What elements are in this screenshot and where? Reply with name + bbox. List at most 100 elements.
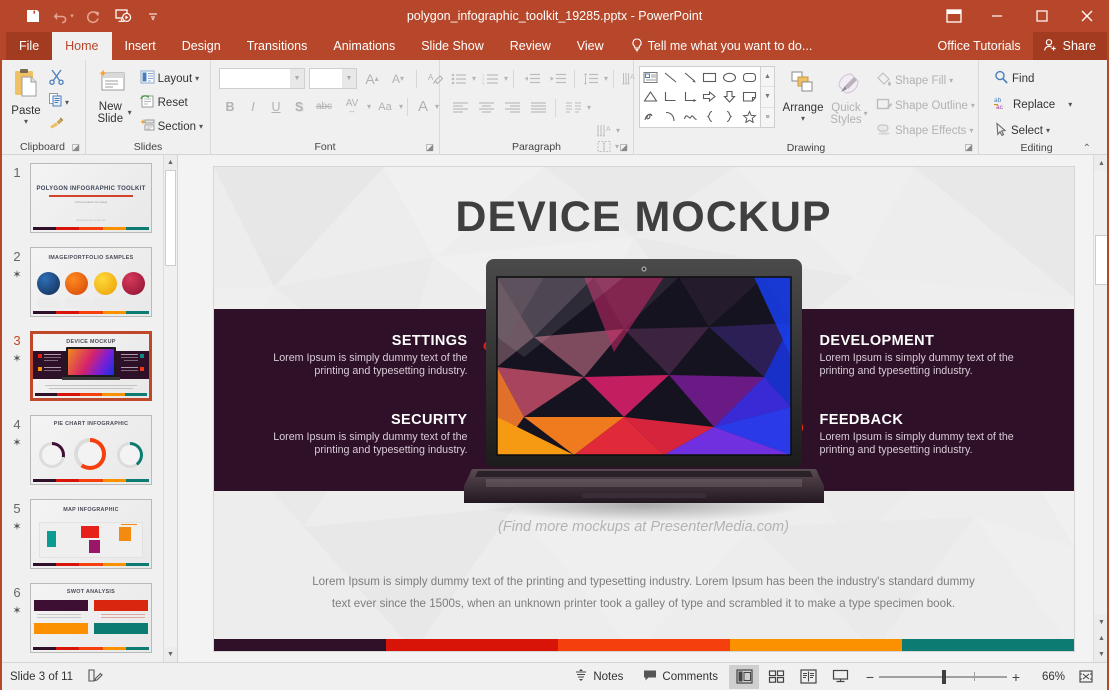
quick-styles-dropdown-caret[interactable]: ▾ (864, 108, 868, 120)
right-arrow-shape[interactable] (700, 87, 720, 106)
shapes-gallery[interactable] (639, 66, 761, 128)
numbering-dropdown-caret[interactable]: ▾ (504, 74, 508, 83)
align-text-icon[interactable]: A ▾ (596, 124, 620, 137)
paste-button[interactable]: Paste ▾ (4, 65, 48, 126)
zoom-handle[interactable] (942, 670, 946, 684)
close-button[interactable] (1064, 0, 1109, 32)
change-case-icon[interactable]: Aa (372, 96, 398, 117)
paste-dropdown-caret[interactable]: ▾ (24, 117, 28, 126)
shapes-gallery-scrollbar[interactable]: ▲ ▼ ≡ (761, 66, 775, 128)
tab-design[interactable]: Design (169, 32, 234, 60)
arrange-dropdown-caret[interactable]: ▾ (801, 114, 805, 123)
decrease-indent-icon[interactable] (519, 68, 543, 89)
new-slide-dropdown-caret[interactable]: ▾ (128, 107, 132, 119)
decrease-font-size-icon[interactable]: A▾ (387, 68, 409, 89)
thumbnail-scroll-down-icon[interactable]: ▼ (164, 647, 177, 662)
thumbnail-slide-5[interactable]: 5 ✶ MAP INFOGRAPHIC (0, 499, 163, 569)
zoom-slider[interactable]: − + (861, 669, 1025, 685)
star-shape[interactable] (739, 107, 759, 126)
reset-button[interactable]: Reset (137, 92, 206, 113)
font-size-dropdown-caret[interactable]: ▼ (342, 69, 356, 88)
select-button[interactable]: Select ▾ (991, 120, 1053, 141)
curve-shape[interactable] (680, 107, 700, 126)
zoom-percentage[interactable]: 66% (1031, 671, 1069, 683)
fit-slide-to-window-button[interactable] (1071, 665, 1101, 689)
format-painter-icon[interactable] (48, 115, 69, 135)
right-brace-shape[interactable] (720, 107, 740, 126)
select-dropdown-caret[interactable]: ▾ (1046, 126, 1050, 135)
copy-icon[interactable] (48, 92, 64, 113)
text-shadow-icon[interactable]: S (288, 96, 310, 117)
line-spacing-icon[interactable] (580, 68, 602, 89)
character-spacing-dropdown-caret[interactable]: ▾ (367, 102, 371, 111)
ribbon-display-options-icon[interactable] (934, 0, 974, 32)
columns-dropdown-caret[interactable]: ▾ (587, 103, 591, 112)
tab-animations[interactable]: Animations (320, 32, 408, 60)
shapes-scroll-down-icon[interactable]: ▼ (761, 87, 774, 107)
font-size-input[interactable]: ▼ (309, 68, 357, 89)
align-center-icon[interactable] (474, 97, 498, 118)
font-color-icon[interactable]: A (412, 96, 434, 117)
shape-effects-dropdown-caret[interactable]: ▾ (969, 126, 973, 135)
shape-fill-dropdown-caret[interactable]: ▾ (949, 76, 953, 85)
slide-editing-area[interactable]: DEVICE MOCKUP SETTINGS Lorem Ipsum is si… (178, 155, 1109, 662)
replace-dropdown-caret[interactable]: ▾ (1068, 100, 1072, 109)
tab-review[interactable]: Review (497, 32, 564, 60)
triangle-shape[interactable] (641, 87, 661, 106)
section-button[interactable]: Section ▾ (137, 116, 206, 137)
collapse-ribbon-icon[interactable]: ⌃ (1083, 143, 1091, 154)
credit-text[interactable]: (Find more mockups at PresenterMedia.com… (214, 519, 1074, 535)
shape-fill-button[interactable]: Shape Fill ▾ (873, 70, 978, 91)
quick-styles-button[interactable]: Quick Styles ▾ (827, 66, 871, 126)
normal-view-button[interactable] (729, 665, 759, 689)
redo-icon[interactable] (78, 3, 108, 29)
strikethrough-icon[interactable]: abc (311, 96, 337, 117)
arc-shape[interactable] (661, 107, 681, 126)
left-brace-shape[interactable] (700, 107, 720, 126)
line-shape[interactable] (661, 68, 681, 87)
replace-button[interactable]: abac Replace ▾ (991, 94, 1075, 115)
layout-button[interactable]: Layout ▾ (137, 68, 206, 89)
thumbnail-scroll-up-icon[interactable]: ▲ (164, 155, 177, 170)
drawing-dialog-launcher-icon[interactable]: ◪ (964, 142, 973, 153)
increase-indent-icon[interactable] (545, 68, 569, 89)
tab-slide-show[interactable]: Slide Show (408, 32, 497, 60)
zoom-out-button[interactable]: − (861, 669, 879, 685)
font-color-dropdown-caret[interactable]: ▾ (435, 102, 439, 111)
rectangle-shape[interactable] (700, 68, 720, 87)
clipboard-dialog-launcher-icon[interactable]: ◪ (71, 142, 80, 153)
character-spacing-icon[interactable]: AV↔ (338, 96, 366, 117)
start-presentation-icon[interactable] (108, 3, 138, 29)
text-box-vertical-align-icon[interactable]: ▾ (596, 140, 620, 153)
align-left-icon[interactable] (448, 97, 472, 118)
oval-shape[interactable] (720, 68, 740, 87)
thumbnail-slide-3[interactable]: 3 ✶ DEVICE MOCKUP (0, 331, 163, 401)
change-case-dropdown-caret[interactable]: ▾ (399, 102, 403, 111)
bullets-icon[interactable] (448, 68, 470, 89)
copy-dropdown-caret[interactable]: ▾ (65, 98, 69, 107)
notes-button[interactable]: Notes (565, 665, 632, 689)
reading-view-button[interactable] (793, 665, 823, 689)
new-slide-button[interactable]: New Slide ▾ (90, 65, 137, 125)
minimize-button[interactable] (974, 0, 1019, 32)
font-dialog-launcher-icon[interactable]: ◪ (425, 142, 434, 153)
tab-insert[interactable]: Insert (112, 32, 169, 60)
slide-sorter-view-button[interactable] (761, 665, 791, 689)
tell-me-search[interactable]: Tell me what you want to do... (623, 32, 821, 60)
current-slide[interactable]: DEVICE MOCKUP SETTINGS Lorem Ipsum is si… (214, 167, 1074, 651)
zoom-in-button[interactable]: + (1007, 669, 1025, 685)
increase-font-size-icon[interactable]: A▴ (361, 68, 383, 89)
shape-effects-button[interactable]: Shape Effects ▾ (873, 120, 978, 141)
shape-outline-dropdown-caret[interactable]: ▾ (971, 101, 975, 110)
thumbnail-scrollbar[interactable]: ▲ ▼ (163, 155, 177, 662)
undo-icon[interactable]: ▾ (48, 3, 78, 29)
shapes-more-icon[interactable]: ≡ (761, 108, 774, 127)
laptop-mockup-image[interactable] (464, 257, 824, 547)
columns-icon[interactable] (561, 97, 585, 118)
slide-show-view-button[interactable] (825, 665, 855, 689)
thumbnail-slide-2[interactable]: 2 ✶ IMAGE/PORTFOLIO SAMPLES (0, 247, 163, 317)
account-name[interactable]: Office Tutorials (926, 39, 1033, 53)
comments-button[interactable]: Comments (634, 665, 727, 689)
paragraph-dialog-launcher-icon[interactable]: ◪ (619, 142, 628, 153)
thumbnail-frame[interactable]: IMAGE/PORTFOLIO SAMPLES (30, 247, 152, 317)
